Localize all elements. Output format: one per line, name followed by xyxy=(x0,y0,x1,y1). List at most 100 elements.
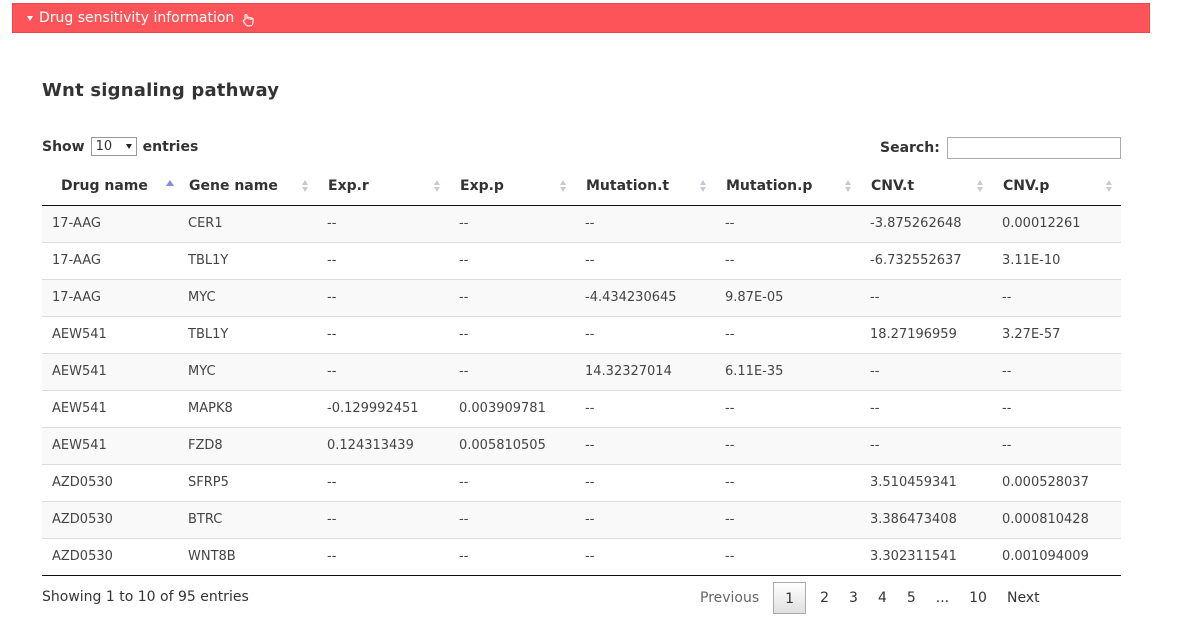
table-cell: AZD0530 xyxy=(42,500,178,538)
table-row: AEW541 MAPK8 -0.129992451 0.003909781 -- -- --… xyxy=(42,389,1121,427)
table-cell: -- xyxy=(992,389,1121,427)
show-label: Show xyxy=(42,138,85,155)
table-cell: -- xyxy=(715,500,860,538)
table-cell: 9.87E-05 xyxy=(715,278,860,316)
column-header[interactable]: Drug name xyxy=(42,167,178,206)
table-cell: 3.386473408 xyxy=(860,500,992,538)
column-header[interactable]: Exp.r xyxy=(317,167,449,206)
page-button-current[interactable]: 1 xyxy=(773,582,807,614)
table-cell: FZD8 xyxy=(178,426,317,464)
table-cell: -- xyxy=(327,216,337,231)
column-header[interactable]: CNV.t xyxy=(860,167,992,206)
column-header[interactable]: Gene name xyxy=(178,167,317,206)
table-cell: 3.510459341 xyxy=(860,463,992,501)
sort-both-icon xyxy=(302,180,309,192)
sort-both-icon xyxy=(560,180,567,192)
table-cell: -- xyxy=(725,216,735,231)
table-cell: 3.302311541 xyxy=(860,537,992,576)
table-cell: 0.000528037 xyxy=(992,463,1121,501)
column-header[interactable]: Mutation.t xyxy=(575,167,715,206)
search-control: Search: xyxy=(880,137,1121,159)
table-cell: 0.001094009 xyxy=(992,537,1121,576)
next-page-button[interactable]: Next xyxy=(997,582,1050,614)
table-cell: 0.005810505 xyxy=(449,426,575,464)
table-cell: -- xyxy=(575,537,715,576)
table-cell: -- xyxy=(992,352,1121,390)
table-cell: -- xyxy=(715,315,860,353)
table-cell: 17-AAG xyxy=(52,216,101,231)
table-cell: -- xyxy=(317,352,449,390)
table-cell: 3.11E-10 xyxy=(992,241,1121,279)
table-cell: -- xyxy=(317,315,449,353)
table-cell: -4.434230645 xyxy=(575,278,715,316)
previous-page-button[interactable]: Previous xyxy=(690,582,769,614)
column-header-label: Exp.p xyxy=(460,177,504,194)
section-title: Wnt signaling pathway xyxy=(42,80,280,101)
sort-both-icon xyxy=(845,180,852,192)
sort-ascending-icon xyxy=(166,180,174,186)
table-cell: 18.27196959 xyxy=(860,315,992,353)
table-cell: WNT8B xyxy=(178,537,317,576)
table-cell: -- xyxy=(585,216,595,231)
table-cell: BTRC xyxy=(178,500,317,538)
table-cell: MYC xyxy=(178,352,317,390)
table-cell: 17-AAG xyxy=(42,241,178,279)
table-cell: -- xyxy=(449,537,575,576)
table-cell: -- xyxy=(459,216,469,231)
column-header-label: Mutation.t xyxy=(586,177,670,194)
table-cell: -- xyxy=(575,389,715,427)
table-cell: -- xyxy=(860,426,992,464)
column-header-label: Exp.r xyxy=(328,177,369,194)
table-cell: 0.003909781 xyxy=(449,389,575,427)
table-row: AEW541 FZD8 0.124313439 0.005810505 -- -- -- -- xyxy=(42,426,1121,464)
table-cell: -- xyxy=(575,315,715,353)
table-cell: 0.124313439 xyxy=(317,426,449,464)
table-cell: AEW541 xyxy=(42,426,178,464)
page-button[interactable]: 5 xyxy=(897,582,926,614)
table-cell: -- xyxy=(860,389,992,427)
search-label: Search: xyxy=(880,140,940,156)
table-row: 17-AAG CER1 -- -- -- -- -3.875262648 0.00012261 xyxy=(42,205,1121,242)
table-cell: -- xyxy=(860,278,992,316)
table-cell: -- xyxy=(715,241,860,279)
table-cell: -- xyxy=(317,500,449,538)
table-cell: 17-AAG xyxy=(42,278,178,316)
sort-both-icon xyxy=(434,180,441,192)
search-input[interactable] xyxy=(946,137,1121,159)
table-cell: 6.11E-35 xyxy=(715,352,860,390)
table-cell: -- xyxy=(449,500,575,538)
table-cell: MYC xyxy=(178,278,317,316)
table-cell: 0.000810428 xyxy=(992,500,1121,538)
table-row: AEW541 MYC -- -- 14.32327014 6.11E-35 -- -- xyxy=(42,352,1121,390)
page-button[interactable]: 10 xyxy=(959,582,997,614)
length-value: 10 xyxy=(95,139,113,154)
table-cell: TBL1Y xyxy=(178,241,317,279)
table-cell: -- xyxy=(449,241,575,279)
table-info: Showing 1 to 10 of 95 entries xyxy=(42,589,249,605)
table-row: 17-AAG TBL1Y -- -- -- -- -6.732552637 3.11E-10 xyxy=(42,241,1121,279)
table-cell: -- xyxy=(715,389,860,427)
table-cell: -- xyxy=(575,463,715,501)
pagination: Previous 1 2 3 4 5 ... 10 Next xyxy=(690,581,1050,615)
page-ellipsis: ... xyxy=(935,590,950,606)
column-header[interactable]: Exp.p xyxy=(449,167,575,206)
sort-both-icon xyxy=(977,180,984,192)
table-header-row: Drug name Gene name Exp.r Exp.p Mutation… xyxy=(42,167,1121,206)
table-cell: 0.00012261 xyxy=(1002,216,1081,231)
table-cell: MAPK8 xyxy=(178,389,317,427)
table-cell: -- xyxy=(449,352,575,390)
page-button[interactable]: 4 xyxy=(868,582,897,614)
column-header[interactable]: CNV.p xyxy=(992,167,1121,206)
table-cell: -- xyxy=(992,426,1121,464)
page-button[interactable]: 2 xyxy=(810,582,839,614)
table-cell: 14.32327014 xyxy=(575,352,715,390)
column-header[interactable]: Mutation.p xyxy=(715,167,860,206)
entries-length-select[interactable]: 10 xyxy=(90,137,137,156)
table-cell: -- xyxy=(317,463,449,501)
table-cell: -- xyxy=(449,278,575,316)
column-header-label: CNV.p xyxy=(1003,177,1050,194)
table-cell: -- xyxy=(992,278,1121,316)
page-button[interactable]: 3 xyxy=(839,582,868,614)
table-cell: -- xyxy=(317,537,449,576)
drug-sensitivity-panel-header[interactable]: Drug sensitivity information xyxy=(12,3,1150,33)
